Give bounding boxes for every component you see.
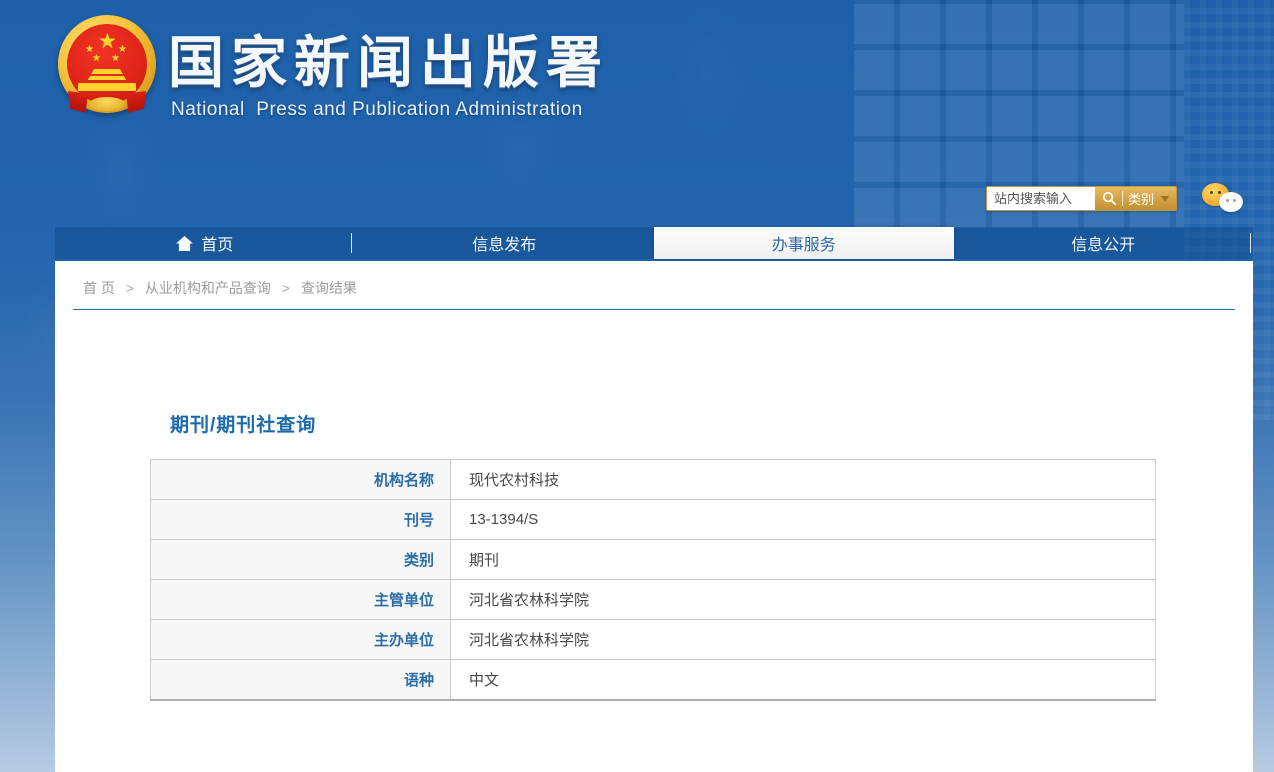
nav-tab-services[interactable]: 办事服务	[654, 227, 954, 259]
table-row: 语种 中文	[150, 659, 1156, 701]
main-nav: 首页 信息发布 办事服务 信息公开	[55, 227, 1253, 261]
search-icon	[1102, 191, 1117, 206]
breadcrumb-underline	[73, 309, 1235, 310]
emblem-gear	[89, 97, 125, 111]
breadcrumb-home[interactable]: 首 页	[83, 280, 115, 296]
nav-tab-home[interactable]: 首页	[55, 227, 355, 259]
emblem-gate	[87, 76, 127, 80]
nav-tab-label: 信息公开	[1071, 237, 1136, 254]
home-icon	[176, 235, 194, 251]
emblem-gate	[91, 69, 123, 74]
emblem-star-icon: ★	[111, 53, 120, 64]
breadcrumb: 首 页 > 从业机构和产品查询 > 查询结果	[83, 278, 357, 298]
wechat-icon[interactable]	[1202, 183, 1246, 217]
nav-tab-label: 首页	[201, 237, 234, 254]
row-label: 机构名称	[150, 459, 451, 500]
journal-detail-table: 机构名称 现代农村科技 刊号 13-1394/S 类别 期刊 主管单位 河北省农…	[150, 459, 1156, 701]
table-row: 类别 期刊	[150, 539, 1156, 580]
row-value: 中文	[450, 659, 1156, 701]
page-title: 期刊/期刊社查询	[170, 415, 317, 436]
row-label: 主管单位	[150, 579, 451, 620]
row-value: 河北省农林科学院	[450, 619, 1156, 660]
emblem-star-icon: ★	[98, 30, 117, 53]
nav-tab-label: 办事服务	[771, 237, 836, 254]
nav-divider	[1250, 233, 1251, 253]
site-subtitle-en: National Press and Publication Administr…	[171, 99, 583, 120]
wechat-bubble-white	[1219, 192, 1243, 212]
row-label: 刊号	[150, 499, 451, 540]
search-category-dropdown[interactable]: 类别	[1128, 189, 1154, 208]
emblem-ribbon	[126, 91, 146, 113]
table-row: 机构名称 现代农村科技	[150, 459, 1156, 500]
search-input[interactable]	[987, 187, 1095, 210]
national-emblem-logo: ★ ★ ★ ★ ★	[56, 13, 158, 121]
nav-tab-news[interactable]: 信息发布	[355, 227, 655, 259]
table-row: 刊号 13-1394/S	[150, 499, 1156, 540]
row-value: 期刊	[450, 539, 1156, 580]
site-title: 国家新闻出版署	[168, 31, 609, 94]
breadcrumb-query[interactable]: 从业机构和产品查询	[145, 280, 271, 296]
content-panel: 首 页 > 从业机构和产品查询 > 查询结果 期刊/期刊社查询 机构名称 现代农…	[55, 261, 1253, 772]
row-label: 语种	[150, 659, 451, 701]
site-search: 类别	[986, 186, 1178, 211]
breadcrumb-separator: >	[125, 280, 134, 296]
breadcrumb-result: 查询结果	[300, 280, 357, 296]
nav-tab-disclosure[interactable]: 信息公开	[954, 227, 1254, 259]
row-label: 类别	[150, 539, 451, 580]
nav-divider	[351, 233, 352, 253]
row-label: 主办单位	[150, 619, 451, 660]
chevron-down-icon[interactable]	[1161, 195, 1170, 202]
search-button[interactable]	[1102, 191, 1117, 206]
search-separator	[1122, 191, 1123, 206]
table-row: 主管单位 河北省农林科学院	[150, 579, 1156, 620]
search-actions: 类别	[1095, 187, 1177, 210]
row-value: 河北省农林科学院	[450, 579, 1156, 620]
breadcrumb-separator: >	[281, 280, 290, 296]
table-row: 主办单位 河北省农林科学院	[150, 619, 1156, 660]
row-value: 现代农村科技	[450, 459, 1156, 500]
page: ★ ★ ★ ★ ★ 国家新闻出版署 National Press and Pub…	[0, 0, 1274, 772]
nav-tab-label: 信息发布	[472, 237, 537, 254]
emblem-star-icon: ★	[92, 53, 101, 64]
emblem-gate	[78, 83, 136, 91]
emblem-ribbon	[68, 91, 88, 113]
row-value: 13-1394/S	[450, 499, 1156, 540]
